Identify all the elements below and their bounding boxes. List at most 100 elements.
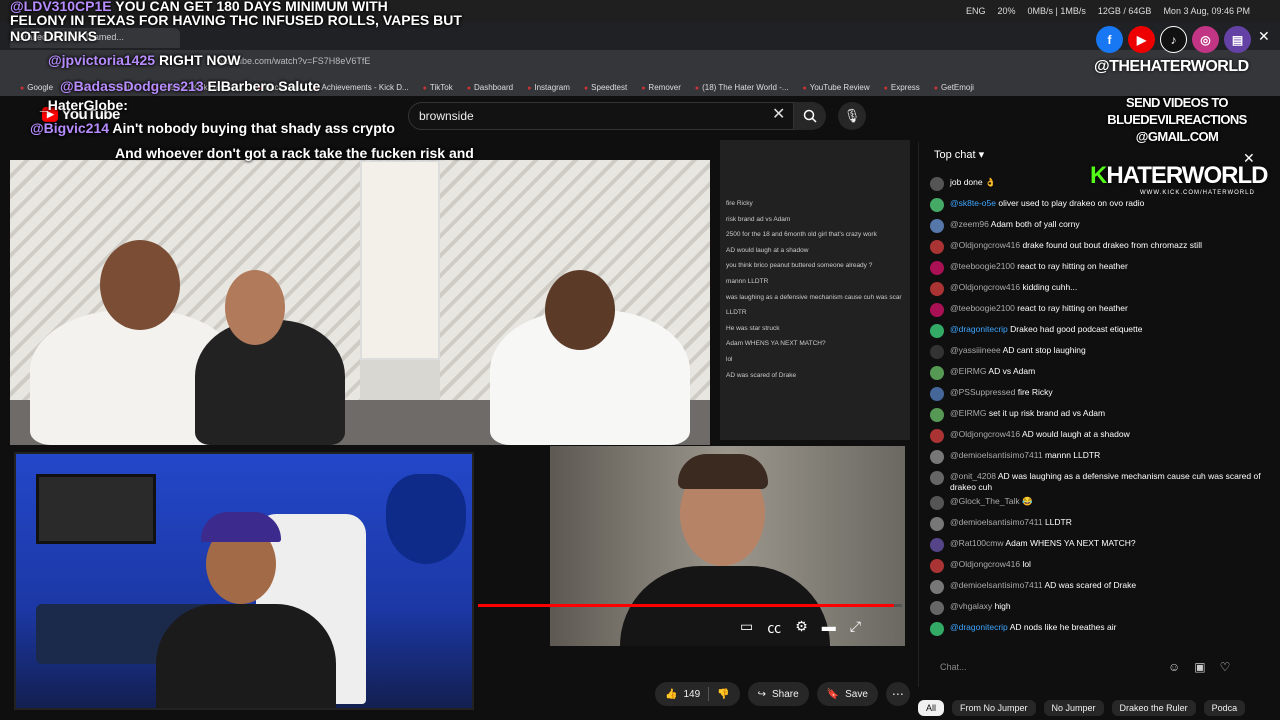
bookmark-item[interactable]: Express xyxy=(884,83,920,92)
avatar[interactable] xyxy=(930,601,944,615)
more-actions-button[interactable]: ⋯ xyxy=(885,682,910,706)
avatar[interactable] xyxy=(930,517,944,531)
chat-message[interactable]: @PSSuppressed fire Ricky xyxy=(930,384,1270,405)
super-chat-icon[interactable]: ▣ xyxy=(1194,660,1205,674)
chat-username[interactable]: @Oldjongcrow416 xyxy=(950,429,1020,439)
bookmark-item[interactable]: Dashboard xyxy=(467,83,513,92)
chat-message[interactable]: @dragonitecrip AD nods like he breathes … xyxy=(930,619,1270,640)
miniplayer-icon[interactable]: ▭ xyxy=(740,618,753,638)
avatar[interactable] xyxy=(930,324,944,338)
chat-username[interactable]: @dragonitecrip xyxy=(950,324,1008,334)
avatar[interactable] xyxy=(930,496,944,510)
bookmark-item[interactable]: YouTube Review xyxy=(803,83,870,92)
chat-message[interactable]: @EIRMG AD vs Adam xyxy=(930,363,1270,384)
chat-username[interactable]: @vhgalaxy xyxy=(950,601,992,611)
chat-message[interactable]: @onit_4208 AD was laughing as a defensiv… xyxy=(930,468,1270,493)
chat-username[interactable]: @zeem96 xyxy=(950,219,989,229)
chat-username[interactable]: @PSSuppressed xyxy=(950,387,1015,397)
bookmark-item[interactable]: (18) The Hater World -... xyxy=(695,83,788,92)
chat-username[interactable]: @onit_4208 xyxy=(950,471,996,481)
chat-username[interactable]: @Rat100cmw xyxy=(950,538,1004,548)
chat-username[interactable]: @Oldjongcrow416 xyxy=(950,559,1020,569)
chat-message[interactable]: @Oldjongcrow416 AD would laugh at a shad… xyxy=(930,426,1270,447)
emoji-icon[interactable]: ☺ xyxy=(1168,660,1180,674)
subtitles-icon[interactable]: ㏄ xyxy=(767,618,781,638)
avatar[interactable] xyxy=(930,450,944,464)
share-button[interactable]: ↪ Share xyxy=(747,682,809,706)
chat-message[interactable]: @Oldjongcrow416 kidding cuhh... xyxy=(930,279,1270,300)
bookmark-item[interactable]: Google xyxy=(20,83,53,92)
avatar[interactable] xyxy=(930,219,944,233)
avatar[interactable] xyxy=(930,261,944,275)
chat-username[interactable]: @teeboogie2100 xyxy=(950,303,1015,313)
theater-mode-icon[interactable]: ▬ xyxy=(822,618,836,638)
bookmark-item[interactable]: Instagram xyxy=(527,83,570,92)
close-icon[interactable]: ✕ xyxy=(1258,28,1270,45)
chat-message[interactable]: @teeboogie2100 react to ray hitting on h… xyxy=(930,300,1270,321)
chat-username[interactable]: @Oldjongcrow416 xyxy=(950,282,1020,292)
avatar[interactable] xyxy=(930,622,944,636)
filter-chip[interactable]: Drakeo the Ruler xyxy=(1111,700,1196,716)
chat-message[interactable]: @dragonitecrip Drakeo had good podcast e… xyxy=(930,321,1270,342)
filter-chip[interactable]: From No Jumper xyxy=(952,700,1036,716)
avatar[interactable] xyxy=(930,580,944,594)
filter-chip[interactable]: Podca xyxy=(1203,700,1246,716)
chat-message[interactable]: @demioelsantisimo7411 LLDTR xyxy=(930,514,1270,535)
video-player[interactable] xyxy=(10,160,710,445)
thumbs-down-icon[interactable]: 👎 xyxy=(717,689,729,700)
chat-username[interactable]: @demioelsantisimo7411 xyxy=(950,517,1043,527)
avatar[interactable] xyxy=(930,240,944,254)
chat-username[interactable]: @sk8te-o5e xyxy=(950,198,996,208)
chat-message[interactable]: @Oldjongcrow416 drake found out bout dra… xyxy=(930,237,1270,258)
chat-username[interactable]: @yassiiineee xyxy=(950,345,1001,355)
chat-message[interactable]: @Oldjongcrow416 lol xyxy=(930,556,1270,577)
chat-message[interactable]: @Glock_The_Talk 😂 xyxy=(930,493,1270,514)
chat-message[interactable]: @teeboogie2100 react to ray hitting on h… xyxy=(930,258,1270,279)
clear-search-icon[interactable]: ✕ xyxy=(772,104,785,124)
chat-message[interactable]: @yassiiineee AD cant stop laughing xyxy=(930,342,1270,363)
heart-icon[interactable]: ♡ xyxy=(1220,660,1231,674)
chat-username[interactable]: @demioelsantisimo7411 xyxy=(950,450,1043,460)
bookmark-item[interactable]: Speedtest xyxy=(584,83,627,92)
chat-username[interactable]: @dragonitecrip xyxy=(950,622,1008,632)
filter-chip[interactable]: All xyxy=(918,700,945,716)
avatar[interactable] xyxy=(930,198,944,212)
chat-username[interactable]: @EIRMG xyxy=(950,408,987,418)
avatar[interactable] xyxy=(930,559,944,573)
avatar[interactable] xyxy=(930,366,944,380)
avatar[interactable] xyxy=(930,429,944,443)
bookmark-item[interactable]: Remover xyxy=(641,83,680,92)
chat-message[interactable]: @Rat100cmw Adam WHENS YA NEXT MATCH? xyxy=(930,535,1270,556)
save-button[interactable]: 🔖 Save xyxy=(816,682,878,706)
like-button[interactable]: 👍 149 👎 xyxy=(655,682,740,706)
chat-username[interactable]: @demioelsantisimo7411 xyxy=(950,580,1043,590)
search-input[interactable]: brownside xyxy=(408,102,794,130)
chat-input[interactable]: Chat... xyxy=(930,658,1120,678)
chat-message[interactable]: @vhgalaxy high xyxy=(930,598,1270,619)
bookmark-item[interactable]: Achievements - Kick D... xyxy=(314,83,409,92)
avatar[interactable] xyxy=(930,345,944,359)
chat-message[interactable]: @EIRMG set it up risk brand ad vs Adam xyxy=(930,405,1270,426)
avatar[interactable] xyxy=(930,303,944,317)
avatar[interactable] xyxy=(930,387,944,401)
filter-chip[interactable]: No Jumper xyxy=(1043,700,1104,716)
avatar[interactable] xyxy=(930,408,944,422)
bookmark-item[interactable]: TikTok xyxy=(423,83,453,92)
avatar[interactable] xyxy=(930,471,944,485)
address-bar[interactable]: youtube.com/watch?v=FS7H8eV6TfE xyxy=(200,56,990,72)
voice-search-button[interactable]: 🎙 xyxy=(838,102,866,130)
search-button[interactable] xyxy=(794,102,826,130)
chat-message[interactable]: @demioelsantisimo7411 AD was scared of D… xyxy=(930,577,1270,598)
chat-username[interactable]: @Glock_The_Talk xyxy=(950,496,1020,506)
chat-username[interactable]: @teeboogie2100 xyxy=(950,261,1015,271)
chat-username[interactable]: @EIRMG xyxy=(950,366,987,376)
chat-message[interactable]: @demioelsantisimo7411 mannn LLDTR xyxy=(930,447,1270,468)
avatar[interactable] xyxy=(930,538,944,552)
bookmark-item[interactable]: GetEmoji xyxy=(934,83,974,92)
chat-message[interactable]: @sk8te-o5e oliver used to play drakeo on… xyxy=(930,195,1270,216)
chat-username[interactable]: @Oldjongcrow416 xyxy=(950,240,1020,250)
fullscreen-icon[interactable]: ⤢ xyxy=(850,618,861,638)
chat-message[interactable]: @zeem96 Adam both of yall corny xyxy=(930,216,1270,237)
settings-gear-icon[interactable]: ⚙ xyxy=(795,618,808,638)
avatar[interactable] xyxy=(930,282,944,296)
